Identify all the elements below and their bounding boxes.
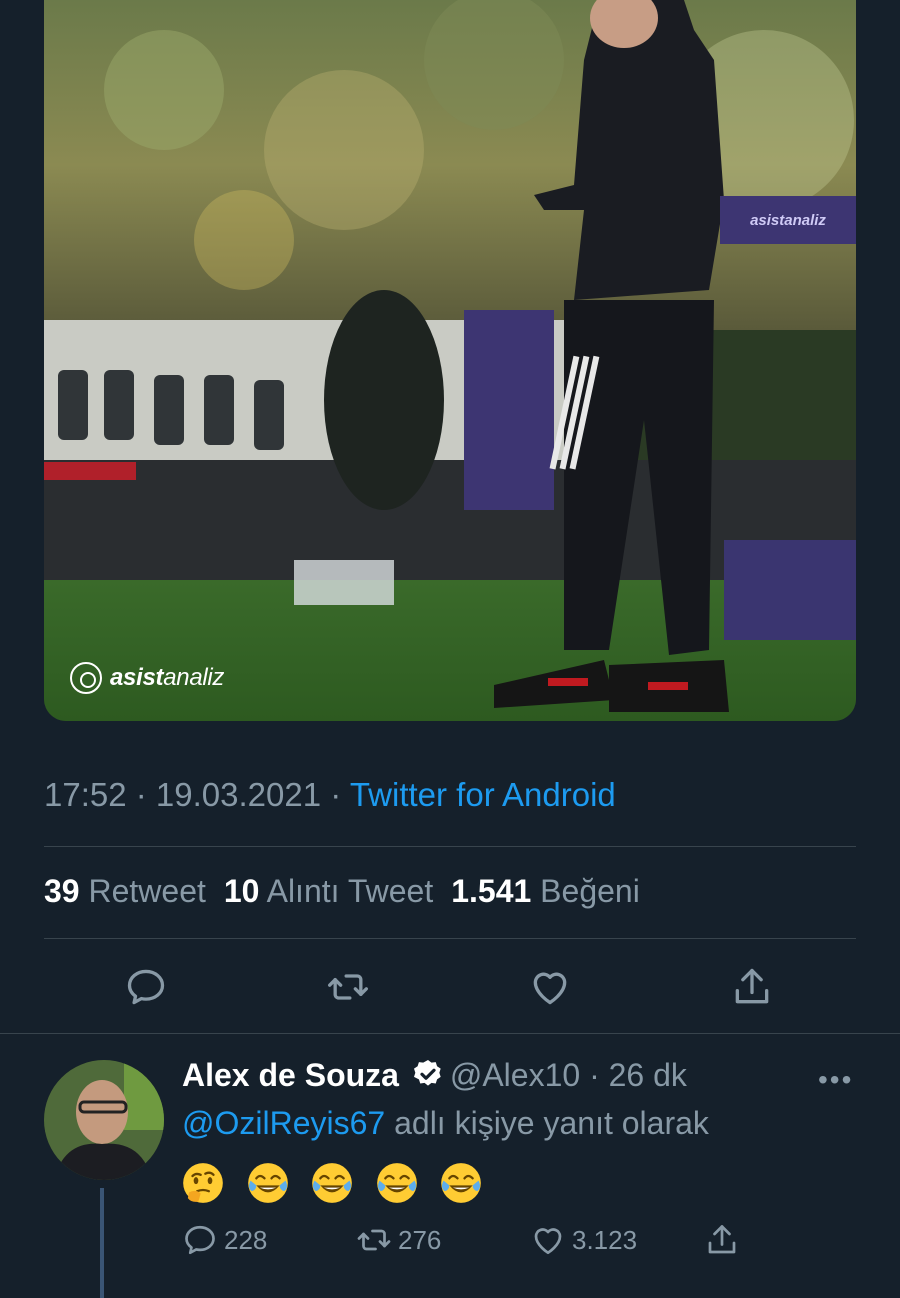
separator: · <box>321 776 350 813</box>
quotes-stat[interactable]: 10 Alıntı Tweet <box>224 873 433 909</box>
retweets-stat[interactable]: 39 Retweet <box>44 873 206 909</box>
reply-reply-count: 228 <box>224 1224 268 1255</box>
quote-label: Alıntı Tweet <box>266 873 434 909</box>
reply-context-text: adlı kişiye yanıt olarak <box>385 1105 709 1141</box>
more-icon: ••• <box>818 1064 854 1095</box>
share-button[interactable] <box>729 964 775 1010</box>
sponsor-banner: asistanaliz <box>720 196 856 244</box>
reply-share-button[interactable] <box>704 1222 740 1258</box>
watermark-bold: asist <box>110 664 164 691</box>
watermark-logo-icon <box>70 662 102 694</box>
reply-time[interactable]: 26 dk <box>609 1057 687 1093</box>
tweet-date[interactable]: 19.03.2021 <box>156 776 321 813</box>
thinking-face-emoji <box>183 1163 223 1203</box>
tweet-source-link[interactable]: Twitter for Android <box>350 776 616 813</box>
thread-line <box>100 1188 104 1298</box>
divider <box>0 1033 900 1034</box>
tears-of-joy-emoji <box>441 1163 482 1203</box>
reply-icon <box>185 1225 215 1255</box>
share-icon <box>708 1225 736 1254</box>
like-label: Beğeni <box>540 873 640 909</box>
share-icon <box>735 968 769 1004</box>
like-button[interactable] <box>527 964 573 1010</box>
likes-stat[interactable]: 1.541 Beğeni <box>451 873 640 909</box>
reply-button[interactable] <box>123 964 169 1010</box>
reply-icon <box>127 969 165 1005</box>
retweet-count: 39 <box>44 873 80 909</box>
reply-author-name[interactable]: Alex de Souza <box>182 1057 399 1093</box>
tears-of-joy-emoji <box>312 1163 352 1203</box>
reply-mention-link[interactable]: @OzilReyis67 <box>182 1105 385 1141</box>
banner-text: asistanaliz <box>750 211 826 229</box>
reply-context: @OzilReyis67 adlı kişiye yanıt olarak <box>182 1105 709 1142</box>
divider <box>44 846 856 847</box>
retweet-icon <box>328 974 368 1000</box>
reply-like-count: 3.123 <box>572 1224 638 1255</box>
reply-like-button[interactable]: 3.123 <box>530 1222 637 1258</box>
avatar[interactable] <box>44 1060 164 1180</box>
separator: · <box>580 1057 609 1093</box>
separator: · <box>126 776 156 813</box>
retweet-button[interactable] <box>325 964 371 1010</box>
divider <box>44 938 856 939</box>
tweet-timestamp-row: 17:52 · 19.03.2021 · Twitter for Android <box>44 776 616 814</box>
media-photo <box>44 0 856 721</box>
reply-text <box>182 1158 494 1204</box>
reply-retweet-count: 276 <box>398 1224 442 1255</box>
tears-of-joy-emoji <box>247 1163 288 1203</box>
retweet-icon <box>357 1229 391 1251</box>
verified-badge-icon <box>413 1060 441 1086</box>
reply-header: Alex de Souza @Alex10 · 26 dk <box>182 1057 687 1094</box>
tweet-time[interactable]: 17:52 <box>44 776 127 813</box>
media-watermark: asistanaliz <box>70 662 224 694</box>
more-options-button[interactable]: ••• <box>818 1064 858 1095</box>
like-count: 1.541 <box>451 873 532 909</box>
retweet-label: Retweet <box>88 873 206 909</box>
reply-reply-button[interactable]: 228 <box>182 1222 267 1258</box>
avatar-photo <box>44 1060 164 1180</box>
reply-retweet-button[interactable]: 276 <box>356 1222 441 1258</box>
like-icon <box>533 972 567 1005</box>
like-icon <box>534 1228 562 1255</box>
watermark-thin: analiz <box>163 664 225 691</box>
tweet-stats-row: 39 Retweet 10 Alıntı Tweet 1.541 Beğeni <box>44 873 640 910</box>
reply-author-handle[interactable]: @Alex10 <box>450 1057 580 1093</box>
quote-count: 10 <box>223 873 260 909</box>
tweet-media-image[interactable]: asistanaliz asistanaliz <box>44 0 856 721</box>
tears-of-joy-emoji <box>376 1163 417 1203</box>
